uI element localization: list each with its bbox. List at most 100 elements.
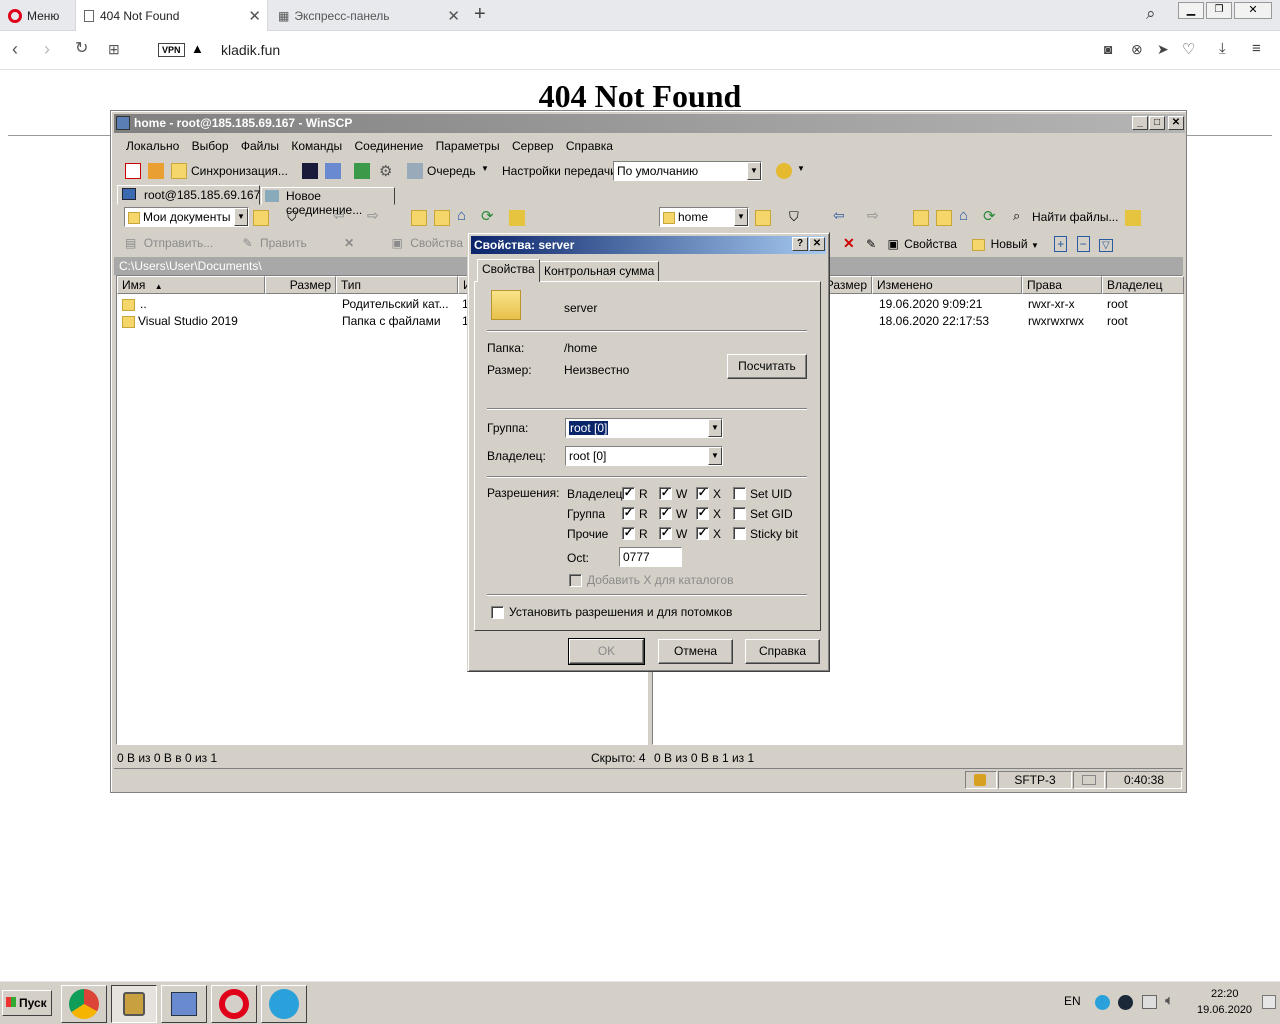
session-tab-root[interactable]: root@185.185.69.167	[117, 185, 260, 205]
tab-checksum[interactable]: Контрольная сумма	[539, 261, 660, 282]
setgid-checkbox[interactable]	[733, 507, 746, 520]
chevron-down-icon[interactable]: ▼	[797, 164, 805, 173]
sync-browse-icon[interactable]	[148, 163, 164, 179]
others-x-checkbox[interactable]: ✓	[696, 527, 709, 540]
vpn-badge[interactable]: VPN	[158, 43, 185, 57]
filter-icon[interactable]: ⛉	[287, 209, 297, 225]
heart-icon[interactable]: ♡	[1182, 40, 1195, 58]
tabs-grid-icon[interactable]: ⊞	[108, 39, 120, 59]
refresh-icon[interactable]: ⟳	[983, 207, 996, 225]
queue-button[interactable]: Очередь	[427, 164, 476, 178]
edit-button[interactable]: Править	[260, 236, 307, 250]
download-icon[interactable]: ⤓	[1219, 40, 1226, 57]
taskbar-opera[interactable]	[211, 985, 257, 1023]
tab-properties[interactable]: Свойства	[477, 259, 540, 282]
synchronize-button[interactable]: Синхронизация...	[191, 164, 288, 178]
menu-select[interactable]: Выбор	[192, 139, 229, 153]
show-desktop-icon[interactable]	[1262, 995, 1276, 1009]
col-name[interactable]: Имя ▲	[117, 276, 265, 294]
rename-icon[interactable]: ✎	[866, 237, 876, 251]
others-r-checkbox[interactable]: ✓	[622, 527, 635, 540]
url-field[interactable]: kladik.fun	[221, 42, 280, 58]
select-minus-icon[interactable]: −	[1076, 236, 1090, 252]
menu-options[interactable]: Параметры	[436, 139, 500, 153]
settings-icon[interactable]: ≡	[1252, 40, 1261, 57]
refresh-icon[interactable]: ⟳	[481, 207, 494, 225]
parent-dir-icon[interactable]	[913, 210, 929, 226]
putty-icon[interactable]	[325, 163, 341, 179]
menu-commands[interactable]: Команды	[291, 139, 342, 153]
calculate-button[interactable]: Посчитать	[727, 354, 807, 379]
owner-x-checkbox[interactable]: ✓	[696, 487, 709, 500]
taskbar-putty[interactable]	[161, 985, 207, 1023]
maximize-button[interactable]: ❐	[1206, 2, 1232, 19]
right-location-select[interactable]: home ▼	[659, 207, 749, 227]
chevron-down-icon[interactable]: ▼	[481, 164, 489, 173]
steam-tray-icon[interactable]	[1118, 995, 1133, 1010]
octal-input[interactable]: 0777	[619, 547, 682, 567]
forward-icon[interactable]: ›	[44, 39, 50, 59]
menu-local[interactable]: Локально	[126, 139, 179, 153]
volume-icon[interactable]: 🔈︎	[1165, 992, 1174, 1009]
owner-select[interactable]: root [0] ▼	[565, 446, 723, 466]
root-dir-icon[interactable]	[936, 210, 952, 226]
group-w-checkbox[interactable]: ✓	[659, 507, 672, 520]
tab-404-not-found[interactable]: 404 Not Found ✕	[75, 0, 268, 31]
col-size[interactable]: Размер	[265, 276, 336, 294]
taskbar-telegram[interactable]	[261, 985, 307, 1023]
menu-files[interactable]: Файлы	[241, 139, 279, 153]
home-icon[interactable]: ⌂	[457, 207, 466, 224]
help-icon[interactable]: ?	[792, 237, 808, 251]
menu-help[interactable]: Справка	[566, 139, 613, 153]
owner-w-checkbox[interactable]: ✓	[659, 487, 672, 500]
left-location-select[interactable]: Мои документы ▼	[124, 207, 249, 227]
new-tab-button[interactable]: +	[474, 3, 486, 26]
add-x-checkbox[interactable]	[569, 574, 582, 587]
reload-icon[interactable]: ↻	[75, 39, 88, 59]
transfer-options-icon[interactable]	[776, 163, 792, 179]
send-icon[interactable]: ➤	[1157, 41, 1169, 58]
synchronize-icon[interactable]	[171, 163, 187, 179]
close-icon[interactable]: ✕	[809, 237, 825, 251]
help-button[interactable]: Справка	[745, 639, 820, 664]
session-tab-new[interactable]: Новое соединение...	[261, 187, 395, 217]
col-owner[interactable]: Владелец	[1102, 276, 1184, 294]
close-tab-icon[interactable]: ✕	[248, 7, 261, 25]
menu-server[interactable]: Сервер	[512, 139, 554, 153]
sticky-bit-checkbox[interactable]	[733, 527, 746, 540]
properties-button[interactable]: Свойства	[410, 236, 463, 250]
tab-express-panel[interactable]: ▦ Экспресс-панель ✕	[270, 0, 466, 31]
chevron-down-icon[interactable]: ▼	[1031, 241, 1039, 250]
clock-date[interactable]: 19.06.2020	[1197, 1004, 1252, 1016]
back-icon[interactable]: ‹	[12, 39, 18, 59]
delete-icon[interactable]: ✕	[344, 236, 354, 250]
close-tab-icon[interactable]: ✕	[447, 7, 460, 25]
forward-arrow-icon[interactable]: ⇨	[367, 207, 379, 224]
find-files-button[interactable]: Найти файлы...	[1032, 210, 1118, 224]
back-arrow-icon[interactable]: ⇦	[333, 207, 345, 224]
close-window-button[interactable]: ✕	[1234, 2, 1272, 19]
queue-icon[interactable]	[407, 163, 423, 179]
taskbar-winscp[interactable]	[111, 985, 157, 1023]
setuid-checkbox[interactable]	[733, 487, 746, 500]
delete-icon[interactable]: ✕	[843, 235, 855, 251]
close-button[interactable]: ✕	[1168, 116, 1184, 130]
open-folder-icon[interactable]	[755, 210, 771, 226]
warning-icon[interactable]: ▲	[191, 41, 204, 56]
search-tabs-icon[interactable]: ⌕	[1146, 4, 1156, 24]
transfer-preset-select[interactable]: По умолчанию ▼	[613, 161, 762, 181]
select-plus-icon[interactable]: +	[1054, 236, 1068, 252]
clock-time[interactable]: 22:20	[1211, 988, 1239, 1000]
forward-arrow-icon[interactable]: ⇨	[867, 207, 879, 224]
preferences-gear-icon[interactable]: ⚙	[379, 162, 392, 180]
new-button[interactable]: Новый	[991, 237, 1028, 251]
telegram-tray-icon[interactable]	[1095, 995, 1110, 1010]
compare-icon[interactable]	[125, 163, 141, 179]
taskbar-chrome[interactable]	[61, 985, 107, 1023]
group-select[interactable]: root [0] ▼	[565, 418, 723, 438]
filter-select-icon[interactable]: ▽	[1098, 239, 1113, 252]
ok-button[interactable]: OK	[569, 639, 644, 664]
refresh-session-icon[interactable]	[354, 163, 370, 179]
properties-button[interactable]: Свойства	[904, 237, 957, 251]
menu-connection[interactable]: Соединение	[355, 139, 424, 153]
